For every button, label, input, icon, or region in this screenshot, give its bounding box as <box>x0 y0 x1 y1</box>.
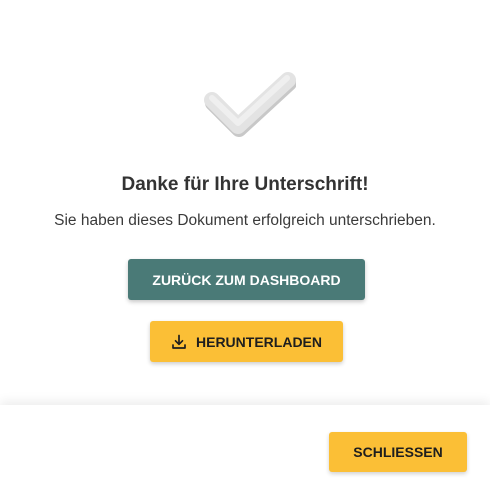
close-button[interactable]: SCHLIESSEN <box>329 432 467 472</box>
download-button-label: HERUNTERLADEN <box>196 333 322 350</box>
back-to-dashboard-button[interactable]: ZURÜCK ZUM DASHBOARD <box>128 259 365 300</box>
dialog-footer: SCHLIESSEN <box>0 405 490 491</box>
dialog-content: Danke für Ihre Unterschrift! Sie haben d… <box>0 0 490 405</box>
signature-success-dialog: Danke für Ihre Unterschrift! Sie haben d… <box>0 0 490 491</box>
download-button[interactable]: HERUNTERLADEN <box>150 321 343 362</box>
checkmark-icon <box>200 70 297 142</box>
back-to-dashboard-label: ZURÜCK ZUM DASHBOARD <box>152 271 341 288</box>
download-icon <box>171 334 187 350</box>
close-button-label: SCHLIESSEN <box>353 444 443 460</box>
dialog-message: Sie haben dieses Dokument erfolgreich un… <box>54 212 436 229</box>
dialog-title: Danke für Ihre Unterschrift! <box>121 174 369 195</box>
